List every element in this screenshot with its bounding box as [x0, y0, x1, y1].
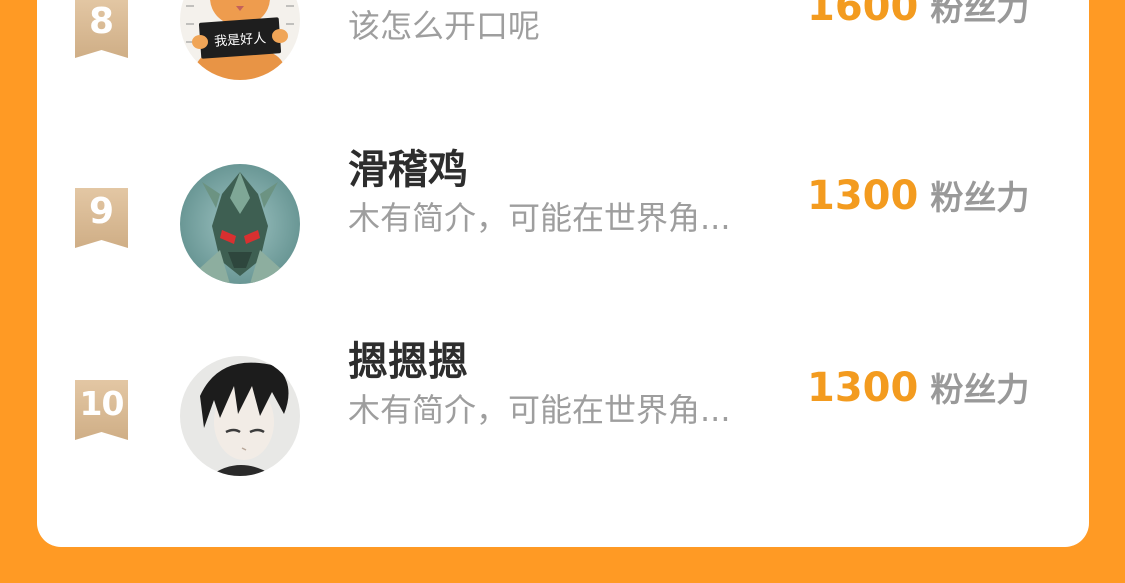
score-value: 1600: [807, 0, 919, 30]
leaderboard-row[interactable]: 9 滑稽鸡 木有简介，可能在世界角... 1300 粉丝力: [37, 147, 1089, 312]
fan-power-score: 1300 粉丝力: [807, 364, 1029, 420]
armored-warrior-avatar-icon[interactable]: [180, 164, 300, 284]
leaderboard-row[interactable]: 8 我是好人 该怎么开口呢 1600 粉丝力: [37, 0, 1089, 120]
leaderboard-row[interactable]: 10 摁摁摁 木有简介，可能在世界角... 1300 粉丝力: [37, 339, 1089, 504]
score-unit-label: 粉丝力: [930, 178, 1030, 217]
rank-badge: 10: [75, 380, 128, 440]
score-value: 1300: [807, 173, 919, 219]
user-name[interactable]: 摁摁摁: [348, 338, 468, 386]
user-bio: 木有简介，可能在世界角...: [348, 391, 731, 429]
anime-boy-avatar-icon[interactable]: [180, 356, 300, 476]
rank-badge: 9: [75, 188, 128, 248]
cat-mugshot-avatar-icon[interactable]: 我是好人: [180, 0, 300, 80]
user-bio: 该怎么开口呢: [348, 7, 541, 45]
fan-power-score: 1600 粉丝力: [807, 0, 1029, 39]
rank-badge: 8: [75, 0, 128, 58]
user-bio: 木有简介，可能在世界角...: [348, 199, 731, 237]
user-name[interactable]: 滑稽鸡: [348, 146, 468, 194]
score-unit-label: 粉丝力: [930, 0, 1030, 28]
rank-number: 9: [88, 191, 115, 232]
score-unit-label: 粉丝力: [930, 370, 1030, 409]
rank-number: 10: [79, 384, 125, 423]
leaderboard-card: 8 我是好人 该怎么开口呢 1600 粉丝力 9 滑稽鸡 木有简介，可能在世界角…: [37, 0, 1089, 547]
rank-number: 8: [88, 1, 115, 42]
fan-power-score: 1300 粉丝力: [807, 172, 1029, 228]
score-value: 1300: [807, 365, 919, 411]
